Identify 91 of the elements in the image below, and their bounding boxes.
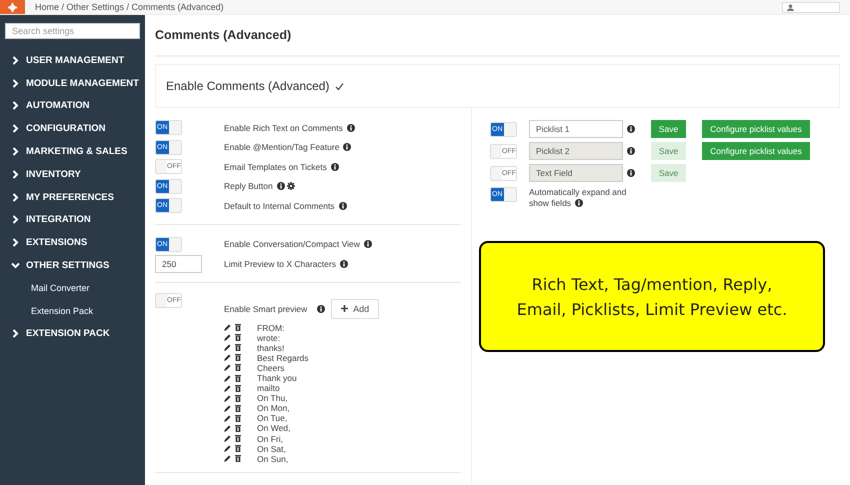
search-field[interactable]: Search settings (5, 23, 140, 39)
chevron-right-icon (11, 78, 20, 88)
phrase-text: On Fri, (257, 434, 283, 444)
info-icon (346, 124, 355, 132)
phrase-text: On Wed, (257, 423, 290, 434)
breadcrumb: Home / Other Settings / Comments (Advanced) (35, 2, 225, 12)
trash-icon[interactable] (235, 384, 241, 392)
phrase-text: On Thu, (257, 393, 288, 404)
sidebar-item[interactable]: MARKETING & SALES (5, 140, 140, 163)
checkmark-icon[interactable] (335, 82, 344, 90)
trash-icon[interactable] (235, 394, 241, 402)
chevron-right-icon (11, 56, 20, 65)
phrase-text: On Sun, (257, 454, 288, 464)
panel-title: Enable Comments (Advanced) (166, 79, 330, 93)
trash-icon[interactable] (235, 354, 241, 362)
sidebar-item[interactable]: EXTENSION PACK (5, 322, 140, 346)
sidebar-item[interactable]: MY PREFERENCES (5, 186, 140, 209)
user-icon (787, 4, 794, 10)
info-icon (330, 162, 339, 171)
setting-label: Email Templates on Tickets (224, 162, 327, 172)
phrase-text: On Mon, (257, 403, 290, 414)
phrase-text: Cheers (257, 362, 284, 373)
trash-icon[interactable] (235, 374, 241, 382)
info-icon (575, 199, 584, 207)
trash-icon[interactable] (235, 455, 241, 462)
trash-icon[interactable] (235, 445, 241, 452)
setting-label: Default to Internal Comments (224, 200, 335, 211)
sidebar-item[interactable]: INTEGRATION (5, 208, 140, 232)
chevron-right-icon (11, 215, 20, 224)
setting-label: Enable Rich Text on Comments (224, 122, 343, 133)
chevron-right-icon (11, 329, 20, 338)
settings-icon[interactable] (286, 182, 295, 190)
number-field[interactable]: 250 (155, 254, 202, 273)
callout-text: Rich Text, Tag/mention, Reply, (532, 274, 772, 296)
chevron-right-icon (11, 124, 20, 134)
info-icon (317, 304, 326, 312)
phrase-text: On Tue, (257, 413, 288, 424)
chevron-right-icon (11, 147, 20, 156)
setting-label: Automatically expand and show fields (529, 187, 628, 209)
sidebar-item[interactable]: OTHER SETTINGS (5, 254, 140, 277)
plus-icon (341, 305, 348, 312)
chevron-right-icon (11, 170, 20, 179)
gear-icon (8, 2, 17, 12)
info-icon (343, 143, 352, 152)
info-icon (276, 182, 285, 190)
phrase-text: On Sat, (257, 444, 286, 454)
chevron-right-icon (11, 192, 20, 202)
trash-icon[interactable] (235, 404, 241, 412)
sidebar-item[interactable]: USER MANAGEMENT (5, 49, 140, 72)
trash-icon[interactable] (235, 414, 241, 422)
sidebar-item[interactable]: MODULE MANAGEMENT (5, 72, 140, 95)
setting-label: Limit Preview to X Characters (224, 258, 336, 269)
trash-icon[interactable] (235, 364, 241, 372)
setting-label: Enable @Mention/Tag Feature (224, 142, 340, 152)
phrase-text: thanks! (257, 342, 284, 353)
chevron-down-icon (11, 261, 20, 270)
page-title: Comments (Advanced) (155, 15, 840, 57)
callout-text: Email, Picklists, Limit Preview etc. (516, 298, 788, 320)
header-button[interactable] (782, 2, 840, 12)
sidebar-item[interactable]: EXTENSIONS (5, 231, 140, 254)
phrase-text: mailto (257, 383, 280, 394)
phrase-text: wrote: (257, 332, 280, 343)
add-button[interactable]: Add (331, 298, 380, 318)
sidebar-subitem[interactable]: Extension Pack (5, 300, 140, 323)
sidebar-subitem[interactable]: Mail Converter (5, 276, 140, 300)
sidebar-item[interactable]: CONFIGURATION (5, 117, 140, 140)
info-icon (627, 147, 635, 155)
app-logo[interactable] (0, 0, 25, 14)
phrase-text: Best Regards (257, 352, 308, 363)
info-icon (340, 260, 348, 268)
trash-icon[interactable] (235, 324, 241, 332)
info-icon (364, 240, 372, 248)
sidebar-item[interactable]: INVENTORY (5, 162, 140, 186)
setting-label: Enable Conversation/Compact View (224, 239, 360, 250)
info-icon (627, 125, 635, 133)
trash-icon[interactable] (235, 344, 241, 352)
trash-icon[interactable] (235, 435, 241, 442)
setting-label: Enable Smart preview (224, 304, 308, 314)
sidebar-item[interactable]: AUTOMATION (5, 94, 140, 118)
info-icon (338, 202, 347, 210)
chevron-right-icon (11, 101, 20, 110)
phrase-text: FROM: (257, 322, 284, 333)
trash-icon[interactable] (235, 334, 241, 342)
info-icon (627, 169, 635, 177)
chevron-right-icon (11, 238, 20, 248)
setting-label: Reply Button (224, 181, 273, 192)
phrase-text: Thank you (257, 373, 297, 384)
save-button[interactable]: Save (651, 120, 686, 138)
trash-icon[interactable] (235, 424, 241, 432)
field-name-input[interactable]: Picklist 1 (529, 120, 623, 138)
configure-button[interactable]: Configure picklist values (702, 120, 810, 138)
